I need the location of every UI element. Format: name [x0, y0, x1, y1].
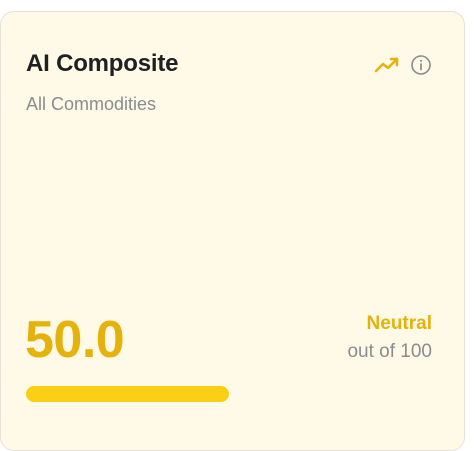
- trending-up-icon: [374, 56, 400, 74]
- card-title: AI Composite: [26, 50, 179, 77]
- score-progress-bar: [26, 386, 229, 402]
- info-icon[interactable]: [410, 54, 432, 76]
- score-scale: out of 100: [347, 341, 432, 362]
- sentiment-status: Neutral: [366, 313, 432, 334]
- composite-score: 50.0: [25, 311, 125, 369]
- ai-composite-card: AI Composite All Commodities 50.0 Neutra…: [0, 11, 465, 451]
- card-subtitle: All Commodities: [26, 94, 157, 114]
- card-actions: [374, 54, 432, 76]
